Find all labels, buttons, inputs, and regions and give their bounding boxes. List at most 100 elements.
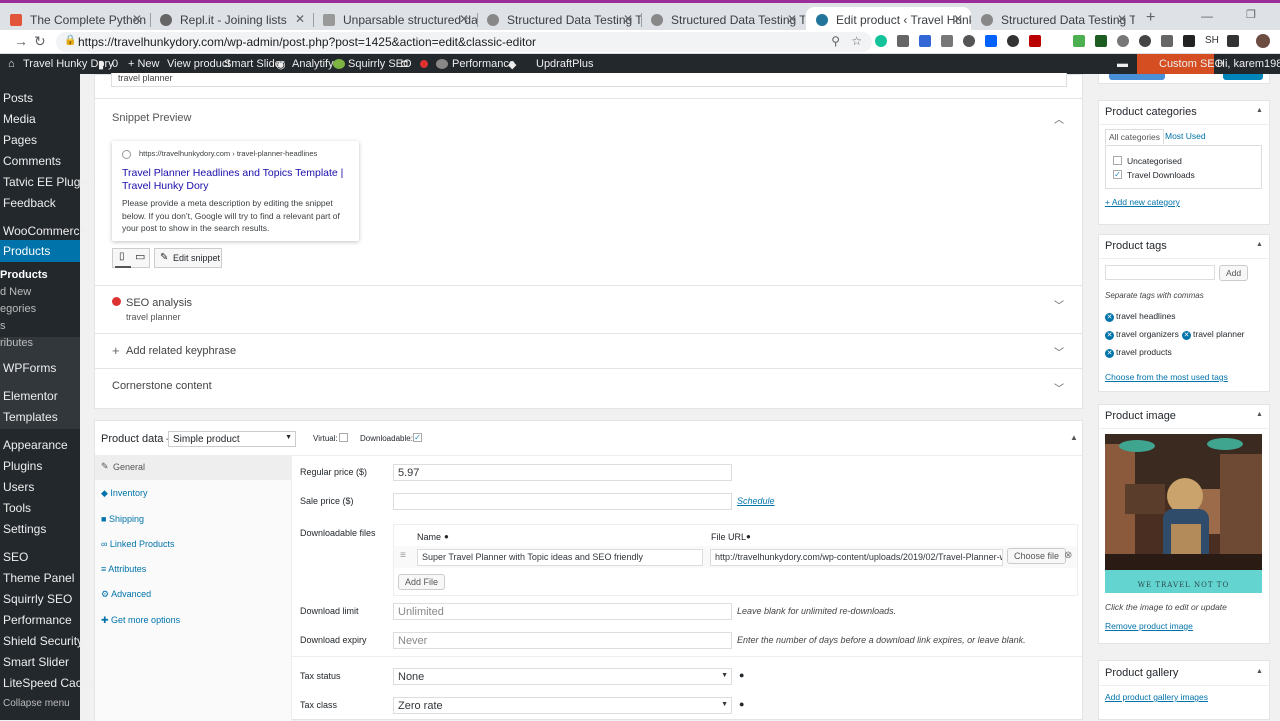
greeting[interactable]: Hi, karem1986 xyxy=(1217,58,1280,70)
grammarly-icon[interactable] xyxy=(875,35,887,47)
tax-status-select[interactable]: None ▼ xyxy=(393,668,732,685)
close-icon[interactable]: ✕ xyxy=(953,12,963,26)
extension-icon[interactable] xyxy=(1007,35,1019,47)
add-gallery-images-link[interactable]: Add product gallery images xyxy=(1105,692,1208,702)
category-checkbox[interactable]: ✓ xyxy=(1113,170,1122,179)
menu-smart-slider[interactable]: Smart Slider xyxy=(3,655,69,669)
menu-tatvic[interactable]: Tatvic EE Plugin xyxy=(3,175,90,189)
product-type-select[interactable]: Simple product ▼ xyxy=(168,431,296,447)
tab-general[interactable]: ✎ General xyxy=(95,456,292,480)
seo-analysis-title[interactable]: SEO analysis xyxy=(126,297,192,309)
url-bar[interactable]: 🔒 https://travelhunkydory.com/wp-admin/p… xyxy=(56,32,872,52)
chevron-down-icon[interactable]: ﹀ xyxy=(1054,344,1064,359)
help-icon[interactable]: ● xyxy=(746,532,751,541)
help-icon[interactable]: ● xyxy=(739,670,744,680)
add-related-keyphrase[interactable]: Add related keyphrase xyxy=(126,345,236,357)
extension-icon[interactable] xyxy=(1227,35,1239,47)
menu-plugins[interactable]: Plugins xyxy=(3,459,42,473)
category-checkbox[interactable] xyxy=(1113,156,1122,165)
new-menu[interactable]: + New xyxy=(128,58,160,70)
collapse-arrow-icon[interactable]: ▲ xyxy=(1256,411,1263,418)
snippet-preview-title[interactable]: Snippet Preview xyxy=(112,112,192,124)
submenu-add-new[interactable]: d New xyxy=(0,286,31,298)
sale-price-input[interactable] xyxy=(393,493,732,510)
tab-linked-products[interactable]: ∞ Linked Products xyxy=(101,539,174,549)
tab-advanced[interactable]: ⚙ Advanced xyxy=(101,589,151,600)
close-icon[interactable]: ✕ xyxy=(295,12,305,26)
tag-input[interactable] xyxy=(1105,265,1215,280)
tab-most-used[interactable]: Most Used xyxy=(1165,131,1206,141)
collapse-arrow-icon[interactable]: ▲ xyxy=(1256,241,1263,248)
remove-image-link[interactable]: Remove product image xyxy=(1105,621,1193,631)
search-icon[interactable]: ⚲ xyxy=(831,34,840,48)
menu-posts[interactable]: Posts xyxy=(3,91,33,105)
menu-appearance[interactable]: Appearance xyxy=(3,438,68,452)
remove-tag-icon[interactable]: ✕ xyxy=(1105,349,1114,358)
view-product-link[interactable]: View product xyxy=(167,58,230,70)
back-icon[interactable]: → xyxy=(14,33,28,49)
menu-wpforms[interactable]: WPForms xyxy=(3,361,56,375)
extension-icon[interactable] xyxy=(1073,35,1085,47)
add-new-category-link[interactable]: + Add new category xyxy=(1105,197,1180,207)
chevron-down-icon[interactable]: ﹀ xyxy=(1054,297,1064,312)
remove-file-icon[interactable]: ⊗ xyxy=(1064,550,1072,561)
updraft-link[interactable]: UpdraftPlus xyxy=(536,58,593,70)
menu-pages[interactable]: Pages xyxy=(3,133,37,147)
menu-woocommerce[interactable]: WooCommerce xyxy=(3,224,86,238)
file-url-input[interactable]: http://travelhunkydory.com/wp-content/up… xyxy=(710,549,1003,566)
extension-icon[interactable] xyxy=(919,35,931,47)
submenu-tags[interactable]: s xyxy=(0,320,6,332)
menu-settings[interactable]: Settings xyxy=(3,522,46,536)
cornerstone-content[interactable]: Cornerstone content xyxy=(112,380,212,392)
menu-theme-panel[interactable]: Theme Panel xyxy=(3,571,74,585)
submenu-products[interactable]: Products xyxy=(0,269,48,281)
collapse-arrow-icon[interactable]: ▲ xyxy=(1256,668,1263,675)
help-icon[interactable]: ● xyxy=(739,699,744,709)
comment-icon[interactable]: ▮ xyxy=(98,58,104,71)
wp-logo-icon[interactable]: ⌂ xyxy=(8,58,15,70)
tab-attributes[interactable]: ≡ Attributes xyxy=(101,564,146,574)
drag-handle-icon[interactable]: ≡ xyxy=(400,550,406,561)
collapse-arrow-icon[interactable]: ▲ xyxy=(1256,107,1263,114)
chevron-up-icon[interactable]: ︿ xyxy=(1054,111,1064,126)
download-limit-input[interactable]: Unlimited xyxy=(393,603,732,620)
menu-comments[interactable]: Comments xyxy=(3,154,61,168)
remove-tag-icon[interactable]: ✕ xyxy=(1182,331,1191,340)
regular-price-input[interactable]: 5.97 xyxy=(393,464,732,481)
extension-icon[interactable] xyxy=(1095,35,1107,47)
close-icon[interactable]: ✕ xyxy=(132,12,142,26)
close-icon[interactable]: ✕ xyxy=(1117,12,1127,26)
remove-tag-icon[interactable]: ✕ xyxy=(1105,313,1114,322)
virtual-checkbox[interactable] xyxy=(339,433,348,442)
downloadable-checkbox[interactable]: ✓ xyxy=(413,433,422,442)
status-dot[interactable] xyxy=(420,60,428,68)
tab-inventory[interactable]: ◆ Inventory xyxy=(101,488,147,499)
tab-shipping[interactable]: ■ Shipping xyxy=(101,514,144,524)
chevron-down-icon[interactable]: ﹀ xyxy=(1054,380,1064,395)
notification-icon[interactable]: ▬ xyxy=(1117,58,1128,70)
choose-file-button[interactable]: Choose file xyxy=(1007,548,1067,564)
file-name-input[interactable]: Super Travel Planner with Topic ideas an… xyxy=(417,549,703,566)
maximize-icon[interactable]: ❐ xyxy=(1246,8,1256,21)
tab-get-more-options[interactable]: ✚ Get more options xyxy=(101,615,180,626)
add-file-button[interactable]: Add File xyxy=(398,574,446,590)
menu-tools[interactable]: Tools xyxy=(3,501,31,515)
focus-keyphrase-input[interactable]: travel planner xyxy=(111,73,1067,87)
close-icon[interactable]: ✕ xyxy=(459,12,469,26)
dropbox-icon[interactable] xyxy=(985,35,997,47)
extension-icon[interactable] xyxy=(1029,35,1041,47)
extension-icon[interactable] xyxy=(1161,35,1173,47)
menu-squirrly[interactable]: Squirrly SEO xyxy=(3,592,72,606)
performance-link[interactable]: Performance xyxy=(452,58,515,70)
new-tab-icon[interactable]: + xyxy=(1146,9,1155,27)
submenu-categories[interactable]: egories xyxy=(0,303,36,315)
menu-seo[interactable]: SEO xyxy=(3,550,28,564)
menu-feedback[interactable]: Feedback xyxy=(3,196,56,210)
snippet-heading[interactable]: Travel Planner Headlines and Topics Temp… xyxy=(122,167,352,193)
analytify-link[interactable]: Analytify xyxy=(292,58,334,70)
tax-class-select[interactable]: Zero rate ▼ xyxy=(393,697,732,714)
menu-users[interactable]: Users xyxy=(3,480,34,494)
menu-templates[interactable]: Templates xyxy=(3,410,58,424)
star-icon[interactable]: ☆ xyxy=(851,34,862,48)
sh-extension[interactable]: SH xyxy=(1205,35,1219,46)
